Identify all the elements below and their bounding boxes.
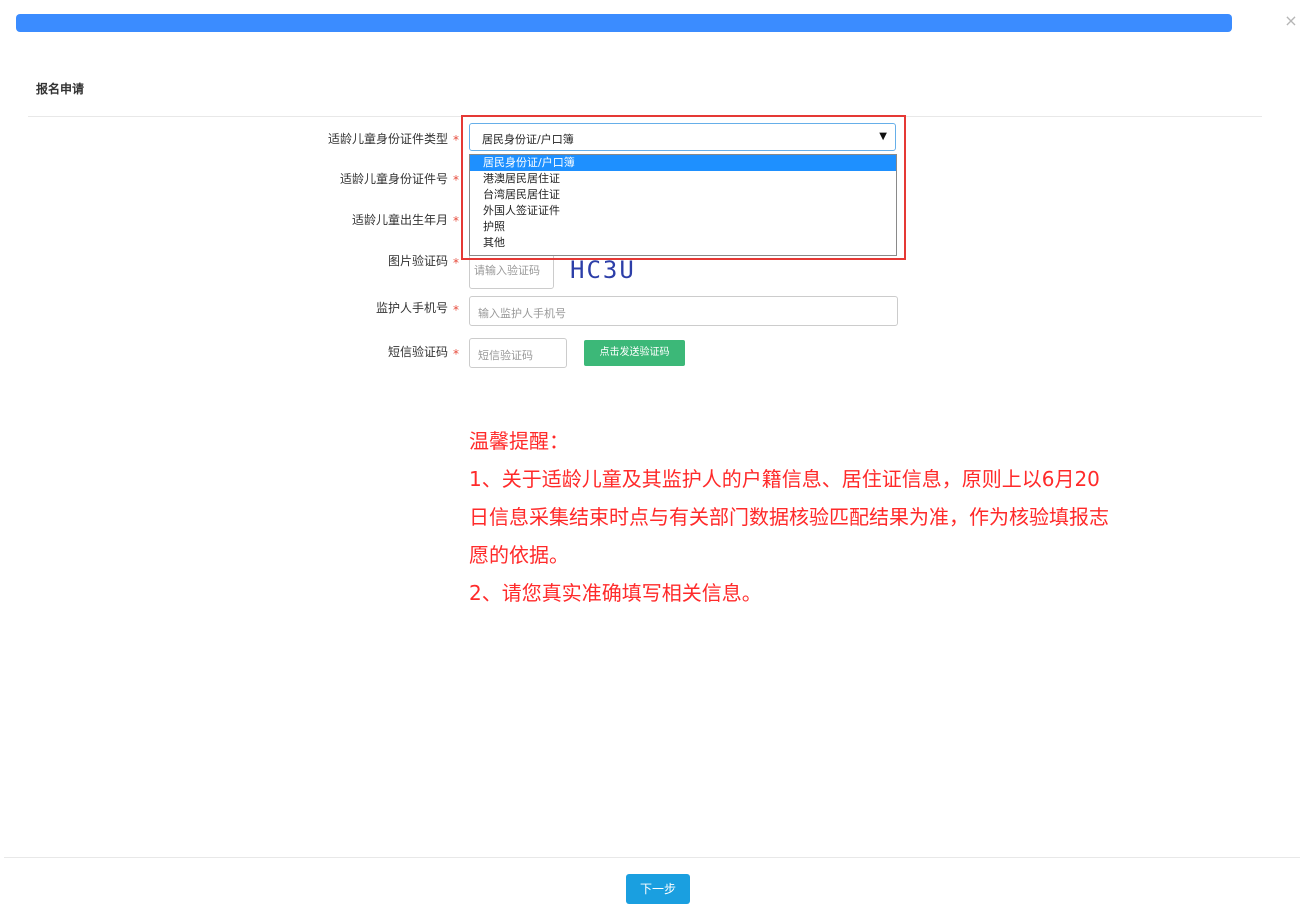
close-icon[interactable]: × <box>1284 12 1298 30</box>
sms-code-label: 短信验证码 <box>387 345 448 359</box>
required-mark: * <box>453 133 459 147</box>
guardian-phone-label: 监护人手机号 <box>375 301 448 315</box>
sms-code-placeholder: 短信验证码 <box>478 349 533 362</box>
notice-line-2: 2、请您真实准确填写相关信息。 <box>469 581 762 605</box>
notice-title: 温馨提醒： <box>469 429 569 453</box>
guardian-phone-placeholder: 输入监护人手机号 <box>478 307 566 320</box>
page-title: 报名申请 <box>36 82 85 96</box>
notice-line-1: 1、关于适龄儿童及其监护人的户籍信息、居住证信息，原则上以6月20日信息采集结束… <box>469 467 1109 567</box>
sms-code-input[interactable]: 短信验证码 <box>469 338 567 368</box>
required-mark: * <box>453 256 459 270</box>
progress-bar <box>16 14 1232 32</box>
required-mark: * <box>453 347 459 361</box>
footer-divider <box>4 857 1300 858</box>
id-number-label: 适龄儿童身份证件号 <box>339 172 448 186</box>
send-code-button[interactable]: 点击发送验证码 <box>584 340 685 366</box>
required-mark: * <box>453 173 459 187</box>
notice-block: 温馨提醒： 1、关于适龄儿童及其监护人的户籍信息、居住证信息，原则上以6月20日… <box>469 422 1109 612</box>
captcha-placeholder: 请输入验证码 <box>474 264 540 277</box>
required-mark: * <box>453 214 459 228</box>
required-mark: * <box>453 303 459 317</box>
next-step-button[interactable]: 下一步 <box>626 874 690 904</box>
highlight-box <box>461 115 906 260</box>
guardian-phone-input[interactable]: 输入监护人手机号 <box>469 296 898 326</box>
id-type-label: 适龄儿童身份证件类型 <box>327 132 448 146</box>
captcha-label: 图片验证码 <box>387 254 448 268</box>
birth-date-label: 适龄儿童出生年月 <box>351 213 448 227</box>
captcha-image[interactable]: HC3U <box>570 256 636 284</box>
